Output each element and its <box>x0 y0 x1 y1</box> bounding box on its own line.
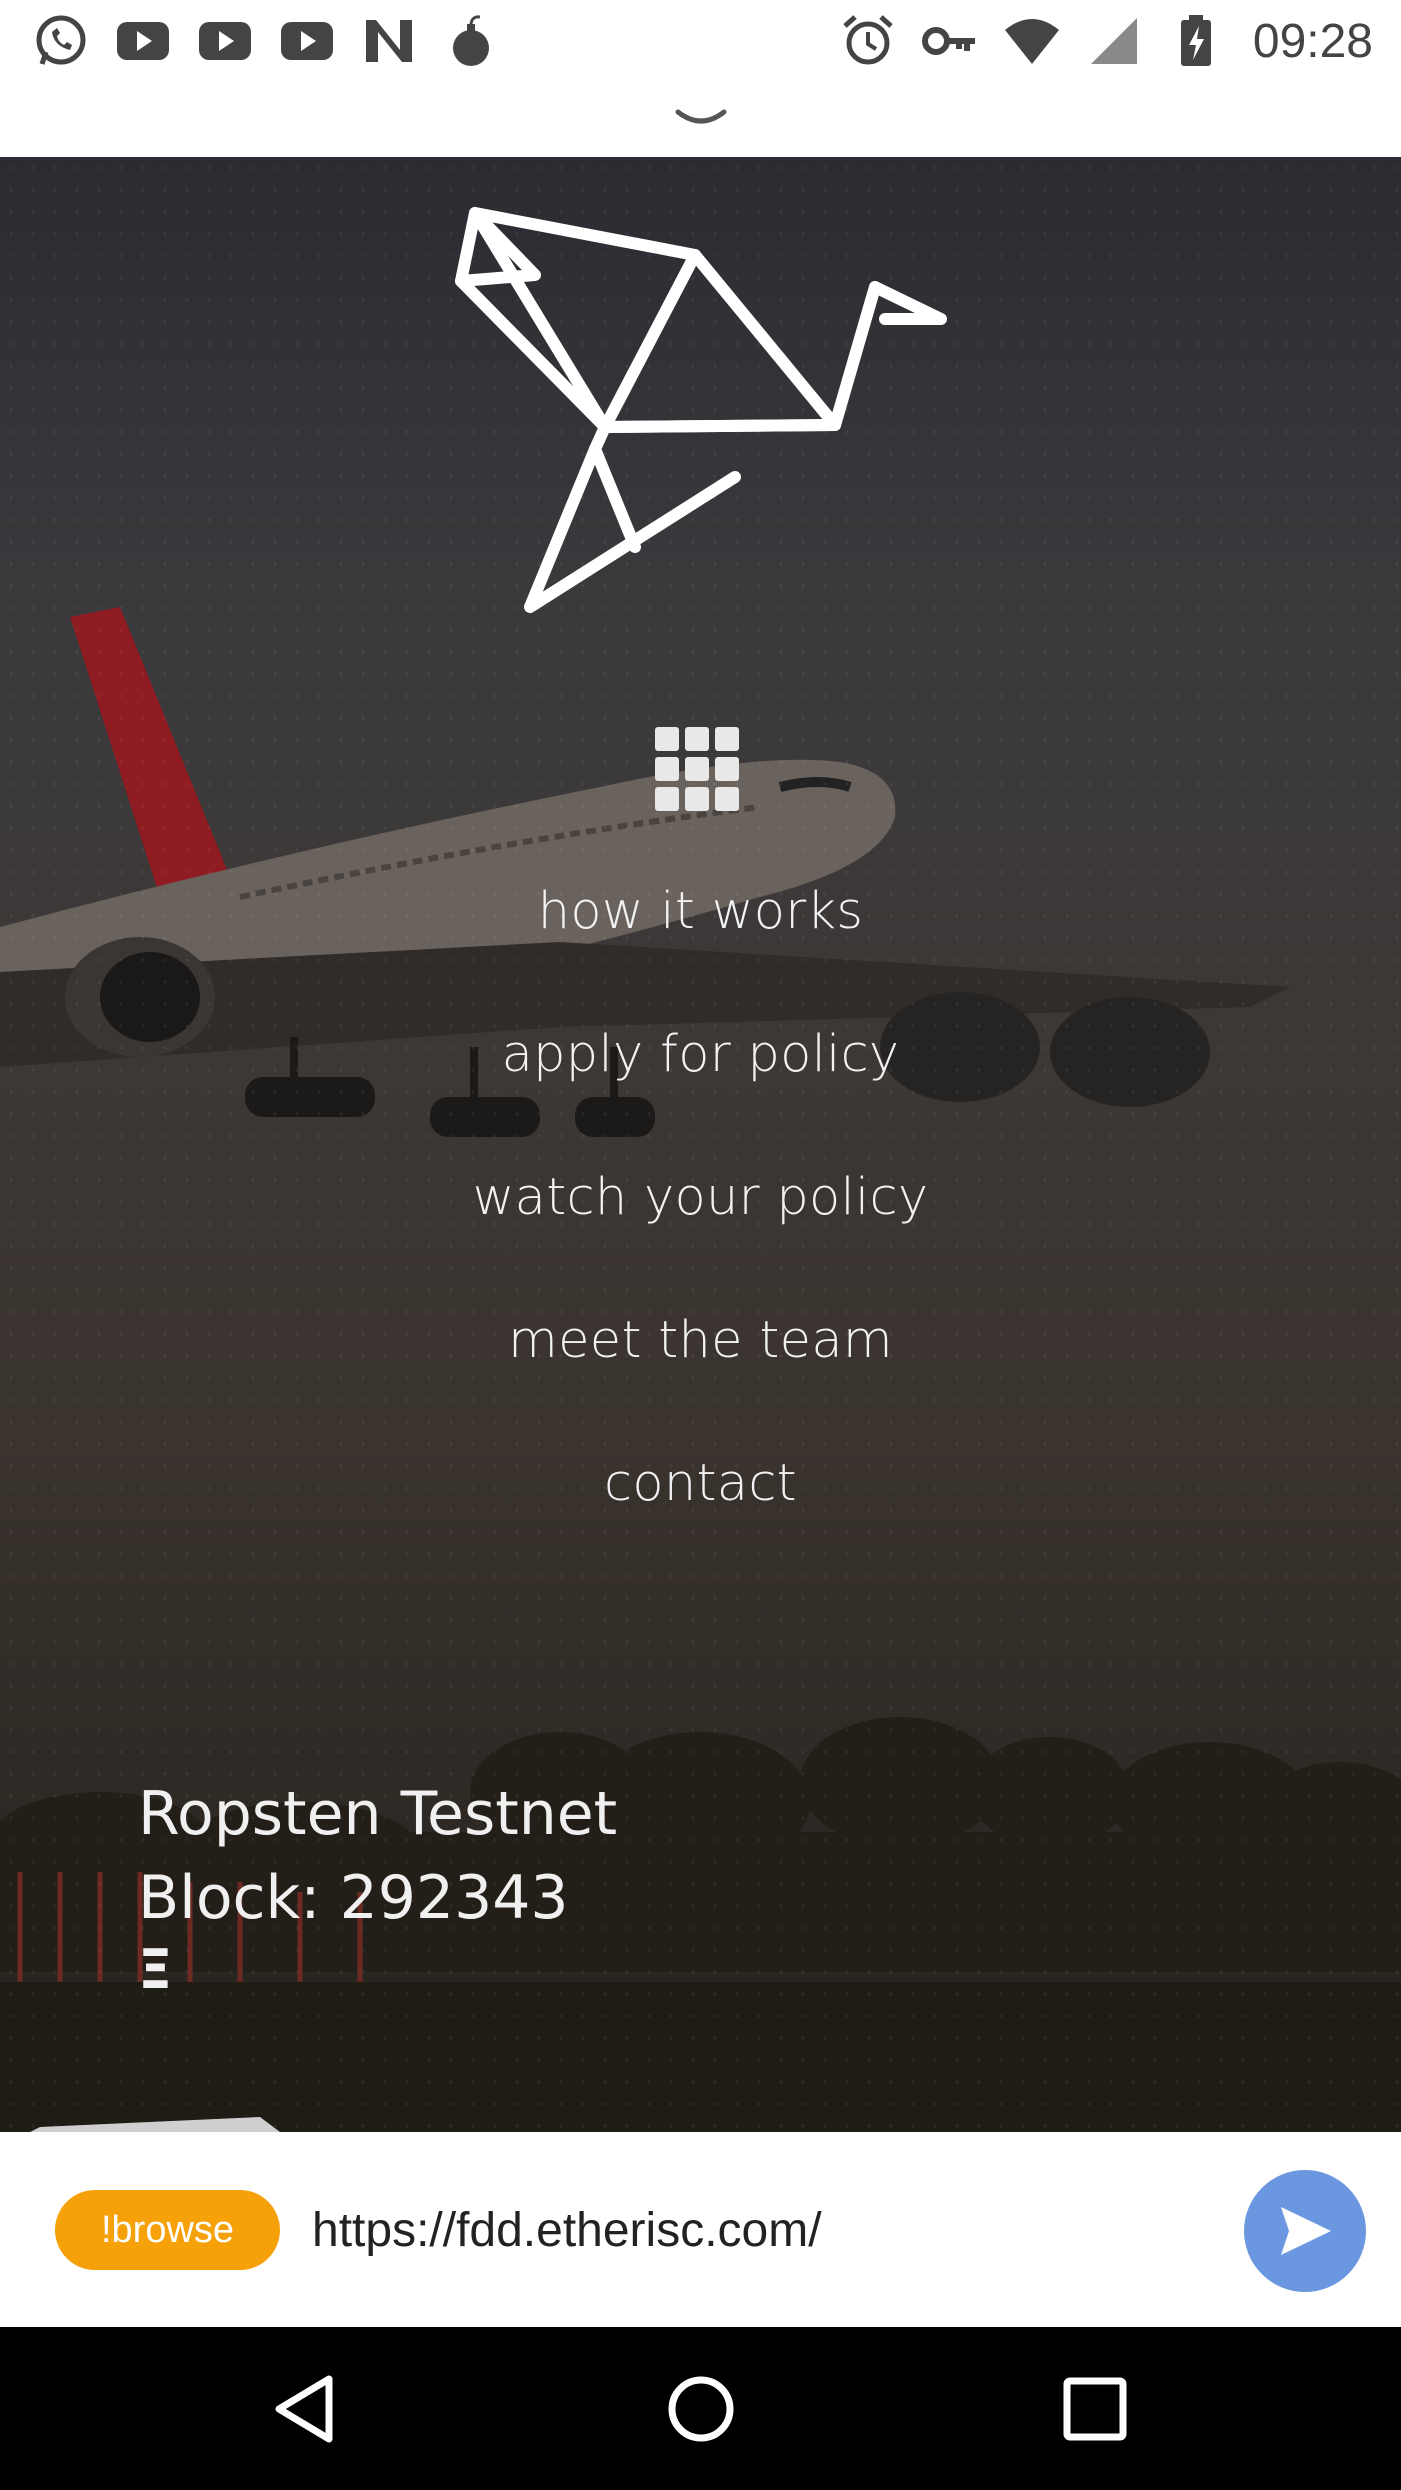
alarm-icon <box>837 12 899 70</box>
notification-icons <box>30 12 502 70</box>
hero-section: how it works apply for policy watch your… <box>0 157 1401 2132</box>
back-triangle-icon <box>275 2375 333 2443</box>
status-bar: 09:28 <box>0 0 1401 82</box>
menu-item-contact[interactable]: contact <box>0 1449 1401 1592</box>
back-button[interactable] <box>265 2367 349 2451</box>
home-circle-icon <box>668 2376 734 2442</box>
chevron-down-icon[interactable] <box>672 108 730 130</box>
browser-bar: !browse <box>0 2132 1401 2327</box>
grid-menu-icon[interactable] <box>655 727 739 811</box>
home-button[interactable] <box>659 2367 743 2451</box>
browse-button[interactable]: !browse <box>55 2190 280 2270</box>
whatsapp-icon <box>30 12 92 70</box>
battery-charging-icon <box>1165 12 1227 70</box>
recents-square-icon <box>1063 2377 1127 2441</box>
cell-signal-icon <box>1083 12 1145 70</box>
menu-item-meet-the-team[interactable]: meet the team <box>0 1306 1401 1449</box>
menu-item-watch-your-policy[interactable]: watch your policy <box>0 1163 1401 1306</box>
main-menu: how it works apply for policy watch your… <box>0 877 1401 1592</box>
menu-item-apply-for-policy[interactable]: apply for policy <box>0 1020 1401 1163</box>
ether-symbol: Ξ <box>138 1938 173 2001</box>
url-input[interactable] <box>310 2184 1214 2276</box>
recents-button[interactable] <box>1053 2367 1137 2451</box>
system-icons: 09:28 <box>837 12 1373 70</box>
send-arrow-icon <box>1281 2207 1331 2255</box>
send-button[interactable] <box>1244 2170 1366 2292</box>
youtube-icon <box>194 12 256 70</box>
clock: 09:28 <box>1252 14 1373 68</box>
key-icon <box>919 12 981 70</box>
wifi-icon <box>1001 12 1063 70</box>
youtube-icon <box>276 12 338 70</box>
menu-item-how-it-works[interactable]: how it works <box>0 877 1401 1020</box>
android-nav-bar <box>0 2327 1401 2490</box>
n-app-icon <box>358 12 420 70</box>
etherisc-bird-logo[interactable] <box>455 207 955 617</box>
pull-handle-strip[interactable] <box>0 82 1401 157</box>
network-info: Ropsten Testnet Block: 292343 Ξ <box>138 1772 617 2000</box>
youtube-icon <box>112 12 174 70</box>
block-number: Block: 292343 <box>138 1863 569 1933</box>
network-name: Ropsten Testnet <box>138 1779 618 1849</box>
bomb-icon <box>440 12 502 70</box>
